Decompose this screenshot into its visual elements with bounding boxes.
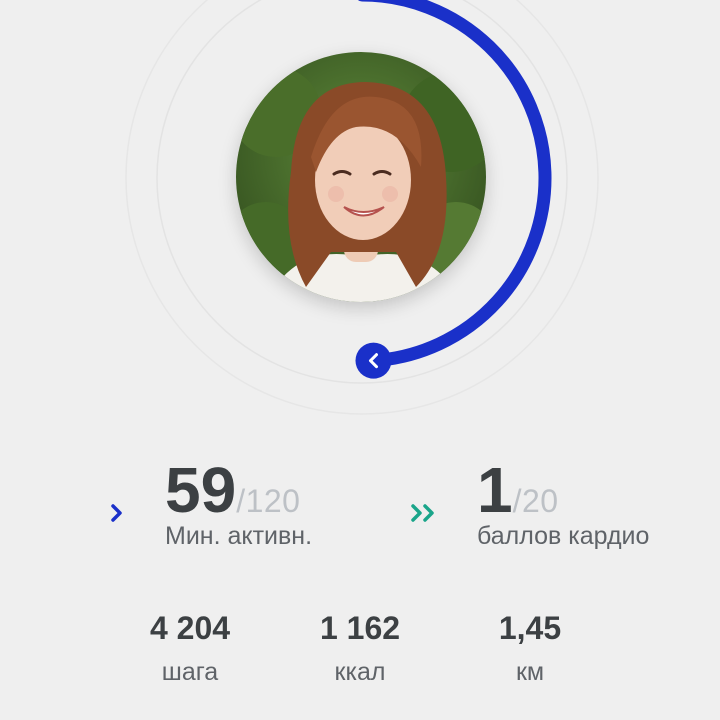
calories-label: ккал (334, 658, 386, 686)
distance-value: 1,45 (498, 610, 562, 646)
heart-points-count: 1 (477, 454, 513, 526)
calories-value: 1 162 (319, 610, 401, 646)
steps-label: шага (161, 658, 219, 686)
chevron-right-icon (96, 493, 136, 533)
heart-points-stat[interactable]: 1/20 баллов кардио (380, 440, 720, 560)
steps-value: 4 204 (149, 610, 231, 646)
calories-metric[interactable]: 1 162 ккал (280, 612, 440, 685)
heart-points-value: 1/20 (477, 458, 559, 522)
move-minutes-stat[interactable]: 59/120 Мин. активн. (0, 440, 380, 560)
move-minutes-value: 59/120 (165, 458, 300, 522)
heart-points-goal: /20 (512, 483, 559, 519)
steps-metric[interactable]: 4 204 шага (110, 612, 270, 685)
double-chevron-right-icon (405, 493, 445, 533)
move-minutes-count: 59 (165, 454, 237, 526)
avatar[interactable] (236, 52, 486, 302)
move-minutes-label: Мин. активн. (165, 522, 313, 550)
profile-photo (236, 52, 486, 302)
activity-ring (0, 0, 720, 420)
distance-label: км (515, 658, 545, 686)
move-minutes-goal: /120 (236, 483, 301, 519)
distance-metric[interactable]: 1,45 км (450, 612, 610, 685)
progress-knob[interactable] (355, 342, 392, 379)
knob-circle (355, 342, 392, 379)
heart-points-label: баллов кардио (477, 522, 650, 550)
